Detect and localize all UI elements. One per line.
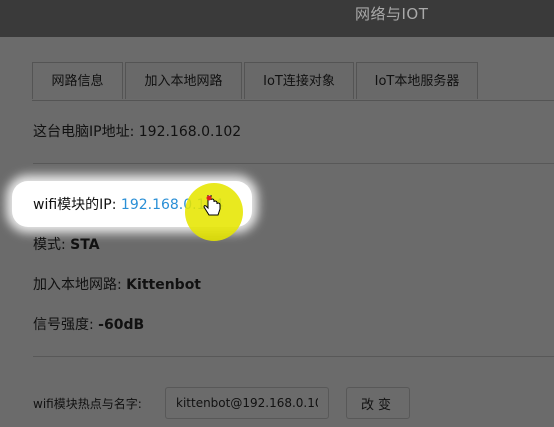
- pc-ip-row: 这台电脑IP地址: 192.168.0.102: [33, 121, 241, 141]
- change-button[interactable]: 改变: [346, 387, 410, 419]
- pc-ip-value: 192.168.0.102: [138, 124, 242, 140]
- pc-ip-label: 这台电脑IP地址:: [33, 124, 135, 140]
- network-row: 加入本地网路: Kittenbot: [33, 274, 201, 294]
- mode-value: STA: [70, 237, 100, 253]
- network-value: Kittenbot: [126, 277, 201, 293]
- hand-pointer-icon: [203, 192, 221, 223]
- signal-row: 信号强度: -60dB: [33, 314, 144, 334]
- hotspot-label: wifi模块热点与名字:: [33, 397, 142, 411]
- wifi-ip-label: wifi模块的IP:: [33, 197, 117, 213]
- tab-network-info[interactable]: 网路信息: [32, 62, 123, 99]
- mode-label: 模式:: [33, 237, 66, 253]
- window-title-bar: 网络与IOT: [0, 0, 554, 37]
- signal-label: 信号强度:: [33, 317, 94, 333]
- tab-underline: [32, 100, 554, 101]
- network-label: 加入本地网路:: [33, 277, 122, 293]
- tab-iot-local-server[interactable]: IoT本地服务器: [356, 62, 478, 99]
- divider: [33, 356, 554, 357]
- hotspot-input[interactable]: [165, 387, 329, 419]
- window-title: 网络与IOT: [355, 5, 429, 23]
- tab-iot-connection[interactable]: IoT连接对象: [244, 62, 354, 99]
- tab-join-local-network[interactable]: 加入本地网路: [125, 62, 242, 99]
- mode-row: 模式: STA: [33, 234, 100, 254]
- divider: [33, 163, 554, 164]
- signal-value: -60dB: [98, 317, 145, 333]
